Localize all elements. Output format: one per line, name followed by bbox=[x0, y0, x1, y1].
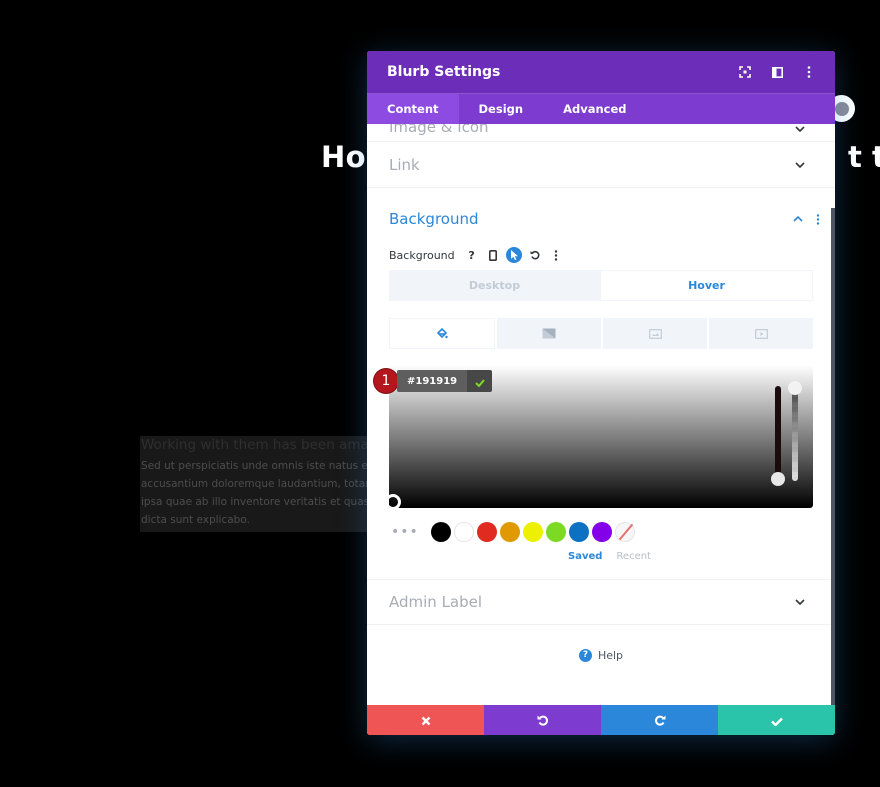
blurb-settings-modal: Blurb Settings Content Design Advanced I… bbox=[367, 51, 835, 735]
more-swatches-icon[interactable]: ••• bbox=[391, 524, 421, 540]
section-title[interactable]: Background bbox=[389, 210, 479, 228]
step-number-badge: 1 bbox=[374, 369, 398, 393]
modal-header[interactable]: Blurb Settings bbox=[367, 51, 835, 93]
hex-color-input[interactable]: #191919 bbox=[397, 370, 468, 392]
field-options-icon[interactable] bbox=[548, 247, 564, 263]
chevron-down-icon[interactable] bbox=[795, 124, 805, 134]
gradient-icon bbox=[542, 324, 556, 343]
color-swatches bbox=[431, 522, 635, 542]
color-swatch[interactable] bbox=[454, 522, 474, 542]
blurb-body: Sed ut perspiciatis unde omnis iste natu… bbox=[140, 457, 370, 529]
palette-tab-recent[interactable]: Recent bbox=[616, 551, 651, 562]
check-icon bbox=[770, 711, 783, 730]
color-swatch[interactable] bbox=[546, 522, 566, 542]
section-background: Background Background ? Desktop Hover 1 … bbox=[367, 188, 835, 562]
confirm-color-button[interactable] bbox=[467, 370, 493, 392]
image-icon bbox=[648, 324, 662, 343]
state-tab-desktop[interactable]: Desktop bbox=[389, 270, 600, 301]
color-swatch[interactable] bbox=[523, 522, 543, 542]
state-tabs: Desktop Hover bbox=[389, 270, 813, 301]
no-color-swatch[interactable] bbox=[615, 522, 635, 542]
redo-icon bbox=[654, 711, 666, 730]
cancel-button[interactable] bbox=[367, 705, 484, 735]
help-link[interactable]: ? Help bbox=[367, 625, 835, 685]
gradient-tab[interactable] bbox=[497, 318, 601, 349]
section-options-icon[interactable] bbox=[813, 213, 823, 225]
tab-advanced[interactable]: Advanced bbox=[543, 94, 646, 124]
palette-tab-saved[interactable]: Saved bbox=[568, 551, 602, 562]
check-icon bbox=[474, 372, 485, 391]
opacity-slider[interactable] bbox=[792, 387, 798, 481]
section-link[interactable]: Link bbox=[367, 142, 835, 188]
chevron-down-icon[interactable] bbox=[795, 160, 805, 170]
video-tab[interactable] bbox=[709, 318, 813, 349]
settings-tabs: Content Design Advanced bbox=[367, 93, 835, 124]
blurb-body-line: Sed ut perspiciatis unde omnis iste natu… bbox=[141, 460, 370, 472]
section-admin-label[interactable]: Admin Label bbox=[367, 579, 835, 625]
close-icon bbox=[421, 711, 431, 730]
hover-cursor-icon[interactable] bbox=[505, 247, 522, 263]
color-swatch[interactable] bbox=[592, 522, 612, 542]
video-icon bbox=[754, 324, 768, 343]
settings-body: Image & Icon Link Background Background … bbox=[367, 124, 835, 705]
background-type-tabs bbox=[389, 318, 813, 349]
reset-icon[interactable] bbox=[527, 247, 543, 263]
blurb-title: Working with them has been amazing bbox=[141, 437, 370, 453]
color-swatch[interactable] bbox=[477, 522, 497, 542]
undo-icon bbox=[537, 711, 549, 730]
page-heading-right: t th bbox=[848, 140, 880, 174]
redo-button[interactable] bbox=[601, 705, 718, 735]
undo-button[interactable] bbox=[484, 705, 601, 735]
chevron-up-icon[interactable] bbox=[793, 214, 803, 224]
chevron-down-icon[interactable] bbox=[795, 597, 805, 607]
section-title: Link bbox=[389, 155, 420, 174]
color-swatch[interactable] bbox=[569, 522, 589, 542]
opacity-slider-thumb[interactable] bbox=[788, 381, 802, 395]
state-tab-hover[interactable]: Hover bbox=[600, 270, 813, 301]
help-label: Help bbox=[597, 648, 624, 662]
swatch-row: ••• bbox=[389, 521, 813, 543]
palette-tabs: Saved Recent bbox=[389, 551, 813, 562]
tab-content[interactable]: Content bbox=[367, 94, 459, 124]
section-title: Admin Label bbox=[389, 593, 483, 611]
color-fill-icon bbox=[436, 324, 448, 343]
color-swatch[interactable] bbox=[500, 522, 520, 542]
blurb-body-line: dicta sunt explicabo. bbox=[141, 514, 250, 526]
hex-input-group: #191919 bbox=[397, 370, 493, 392]
color-picker-area[interactable]: 1 #191919 bbox=[374, 365, 813, 510]
responsive-phone-icon[interactable] bbox=[485, 247, 501, 263]
image-tab[interactable] bbox=[603, 318, 707, 349]
hue-slider[interactable] bbox=[775, 386, 781, 482]
modal-title: Blurb Settings bbox=[387, 64, 501, 80]
section-title: Image & Icon bbox=[389, 124, 489, 136]
help-question-icon[interactable]: ? bbox=[464, 247, 480, 263]
blurb-body-line: ipsa quae ab illo inventore veritatis et… bbox=[141, 496, 370, 508]
saturation-handle[interactable] bbox=[385, 494, 401, 510]
more-options-icon[interactable] bbox=[803, 66, 815, 78]
save-button[interactable] bbox=[718, 705, 835, 735]
blurb-body-line: accusantium doloremque laudantium, totam bbox=[141, 478, 370, 490]
modal-footer bbox=[367, 705, 835, 735]
help-circle-icon: ? bbox=[578, 648, 592, 662]
fullscreen-icon[interactable] bbox=[739, 66, 751, 78]
blurb-module-preview[interactable]: Working with them has been amazing Sed u… bbox=[140, 436, 370, 532]
sidebar-toggle-icon[interactable] bbox=[771, 66, 783, 78]
tab-design[interactable]: Design bbox=[459, 94, 544, 124]
hue-slider-thumb[interactable] bbox=[771, 472, 785, 486]
color-swatch[interactable] bbox=[431, 522, 451, 542]
background-field-label: Background bbox=[389, 248, 455, 262]
section-image-icon[interactable]: Image & Icon bbox=[367, 124, 835, 142]
color-fill-tab[interactable] bbox=[389, 318, 495, 349]
scrollbar[interactable] bbox=[831, 208, 835, 705]
